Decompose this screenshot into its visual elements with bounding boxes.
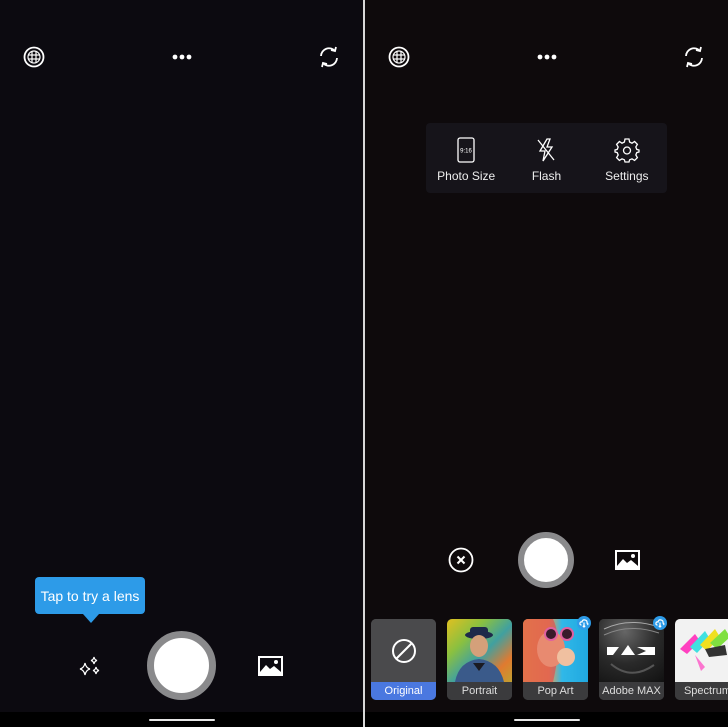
lens-label: Adobe MAX — [599, 682, 664, 700]
menu-item-label: Settings — [605, 169, 649, 183]
system-nav-bar — [365, 712, 728, 727]
lens-tooltip[interactable]: Tap to try a lens — [35, 577, 145, 623]
home-indicator[interactable] — [513, 719, 580, 721]
camera-options-menu: 9:16 Photo Size Flash Settings — [426, 123, 667, 193]
menu-item-flash[interactable]: Flash — [506, 123, 586, 193]
download-badge — [653, 616, 667, 630]
lens-original[interactable]: Original — [371, 619, 436, 700]
shutter-button[interactable] — [147, 631, 216, 700]
lens-adobe-max[interactable]: Adobe MAX — [599, 619, 664, 700]
cloud-download-icon — [579, 619, 589, 628]
download-badge — [577, 616, 591, 630]
menu-item-photo-size[interactable]: 9:16 Photo Size — [426, 123, 506, 193]
aspect-ratio-icon: 9:16 — [457, 137, 475, 163]
lens-thumbnail — [675, 619, 728, 682]
lens-pop-art[interactable]: Pop Art — [523, 619, 588, 700]
camera-screen-right: 9:16 Photo Size Flash Settings Original … — [365, 0, 728, 727]
lens-carousel[interactable]: Original Portrait Pop Art Adobe MAX Spec… — [365, 616, 728, 701]
sparkles-icon[interactable] — [76, 653, 104, 681]
more-horizontal-icon[interactable] — [535, 50, 559, 64]
close-circle-icon[interactable] — [447, 546, 475, 574]
lens-label: Spectrum — [675, 682, 728, 700]
home-indicator[interactable] — [148, 719, 215, 721]
menu-item-label: Flash — [531, 169, 562, 183]
svg-text:9:16: 9:16 — [460, 149, 472, 155]
shutter-button[interactable] — [518, 532, 574, 588]
no-effect-icon — [391, 638, 416, 663]
rotate-camera-icon[interactable] — [316, 45, 342, 69]
image-icon[interactable] — [256, 654, 284, 678]
tooltip-text: Tap to try a lens — [40, 587, 140, 604]
flash-off-icon — [537, 138, 555, 162]
camera-screen-left: Tap to try a lens — [0, 0, 363, 727]
image-icon[interactable] — [613, 548, 641, 572]
menu-item-label: Photo Size — [437, 169, 496, 183]
lens-thumbnail — [523, 619, 588, 682]
lens-portrait[interactable]: Portrait — [447, 619, 512, 700]
lens-label: Pop Art — [523, 682, 588, 700]
globe-icon[interactable] — [22, 45, 46, 69]
globe-icon[interactable] — [387, 45, 411, 69]
gear-icon — [614, 138, 640, 163]
rotate-camera-icon[interactable] — [681, 45, 707, 69]
system-nav-bar — [0, 712, 363, 727]
cloud-download-icon — [655, 619, 665, 628]
lens-thumbnail — [447, 619, 512, 682]
lens-thumbnail — [371, 619, 436, 682]
lens-spectrum[interactable]: Spectrum — [675, 619, 728, 700]
lens-label: Original — [371, 682, 436, 700]
lens-thumbnail — [599, 619, 664, 682]
lens-label: Portrait — [447, 682, 512, 700]
more-horizontal-icon[interactable] — [170, 50, 194, 64]
menu-item-settings[interactable]: Settings — [587, 123, 667, 193]
